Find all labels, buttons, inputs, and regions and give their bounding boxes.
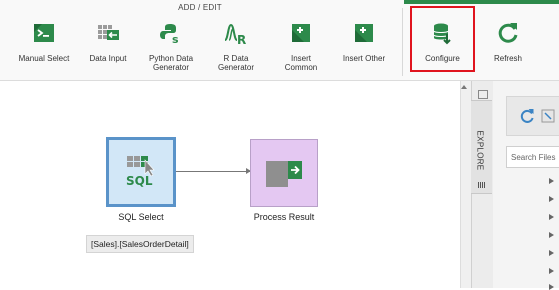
- ribbon-separator: [402, 8, 403, 76]
- sql-source-table-badge: [Sales].[SalesOrderDetail]: [86, 235, 194, 253]
- python-icon: s: [160, 24, 179, 46]
- sql-icon: SQL: [126, 156, 155, 188]
- explore-tab-label: EXPLORE: [475, 130, 485, 171]
- manual-select-label: Manual Select: [18, 54, 70, 63]
- query-canvas[interactable]: [0, 81, 460, 288]
- sql-select-node-label: SQL Select: [118, 212, 164, 222]
- sql-select-node[interactable]: SQL: [106, 137, 176, 207]
- insert-common-label: Insert Common: [284, 54, 318, 72]
- insert-icon: [292, 24, 310, 42]
- r-data-generator-label: R Data Generator: [217, 54, 255, 72]
- tree-expand-arrow-icon[interactable]: [549, 232, 554, 238]
- explore-panel-toolbar: [506, 96, 559, 136]
- grip-handle-icon[interactable]: [478, 182, 486, 188]
- search-files-input[interactable]: Search Files: [506, 146, 559, 168]
- insert-common-button[interactable]: Insert Common: [270, 14, 332, 88]
- r-data-generator-button[interactable]: R R Data Generator: [206, 14, 266, 78]
- collapse-icon[interactable]: [541, 109, 555, 123]
- data-input-button[interactable]: Data Input: [80, 14, 136, 78]
- tree-expand-arrow-icon[interactable]: [549, 214, 554, 220]
- svg-text:s: s: [172, 33, 179, 46]
- tree-expand-arrow-icon[interactable]: [549, 250, 554, 256]
- active-group-indicator: [404, 0, 559, 4]
- tree-expand-arrow-icon[interactable]: [549, 268, 554, 274]
- tree-expand-arrow-icon[interactable]: [549, 196, 554, 202]
- scroll-up-arrow-icon[interactable]: [461, 85, 467, 89]
- r-icon: R: [224, 23, 246, 46]
- process-result-node-label: Process Result: [253, 212, 315, 222]
- refresh-button[interactable]: Refresh: [480, 14, 536, 78]
- python-data-generator-label: Python Data Generator: [148, 54, 194, 72]
- manual-select-icon: [34, 24, 54, 42]
- canvas-scrollbar[interactable]: [460, 81, 471, 288]
- svg-text:SQL: SQL: [126, 174, 153, 188]
- python-data-generator-button[interactable]: s Python Data Generator: [140, 14, 202, 78]
- data-input-label: Data Input: [89, 54, 127, 63]
- ribbon-group-label: ADD / EDIT: [178, 3, 222, 12]
- process-result-node[interactable]: [250, 139, 318, 207]
- refresh-icon: [498, 23, 518, 43]
- tree-expand-arrow-icon[interactable]: [549, 178, 554, 184]
- manual-select-button[interactable]: Manual Select: [14, 14, 74, 78]
- svg-text:R: R: [237, 33, 246, 46]
- insert-other-button[interactable]: Insert Other: [334, 14, 394, 88]
- data-input-icon: [98, 25, 119, 40]
- insert-icon: [355, 24, 373, 42]
- tree-expand-arrow-icon[interactable]: [549, 284, 554, 290]
- refresh-icon[interactable]: [519, 108, 535, 124]
- panel-toggle-icon[interactable]: [478, 90, 488, 99]
- process-result-icon: [266, 161, 302, 187]
- configure-highlight-box: [410, 6, 475, 72]
- refresh-label: Refresh: [493, 54, 522, 63]
- node-connector: [176, 171, 250, 172]
- insert-other-label: Insert Other: [342, 54, 386, 63]
